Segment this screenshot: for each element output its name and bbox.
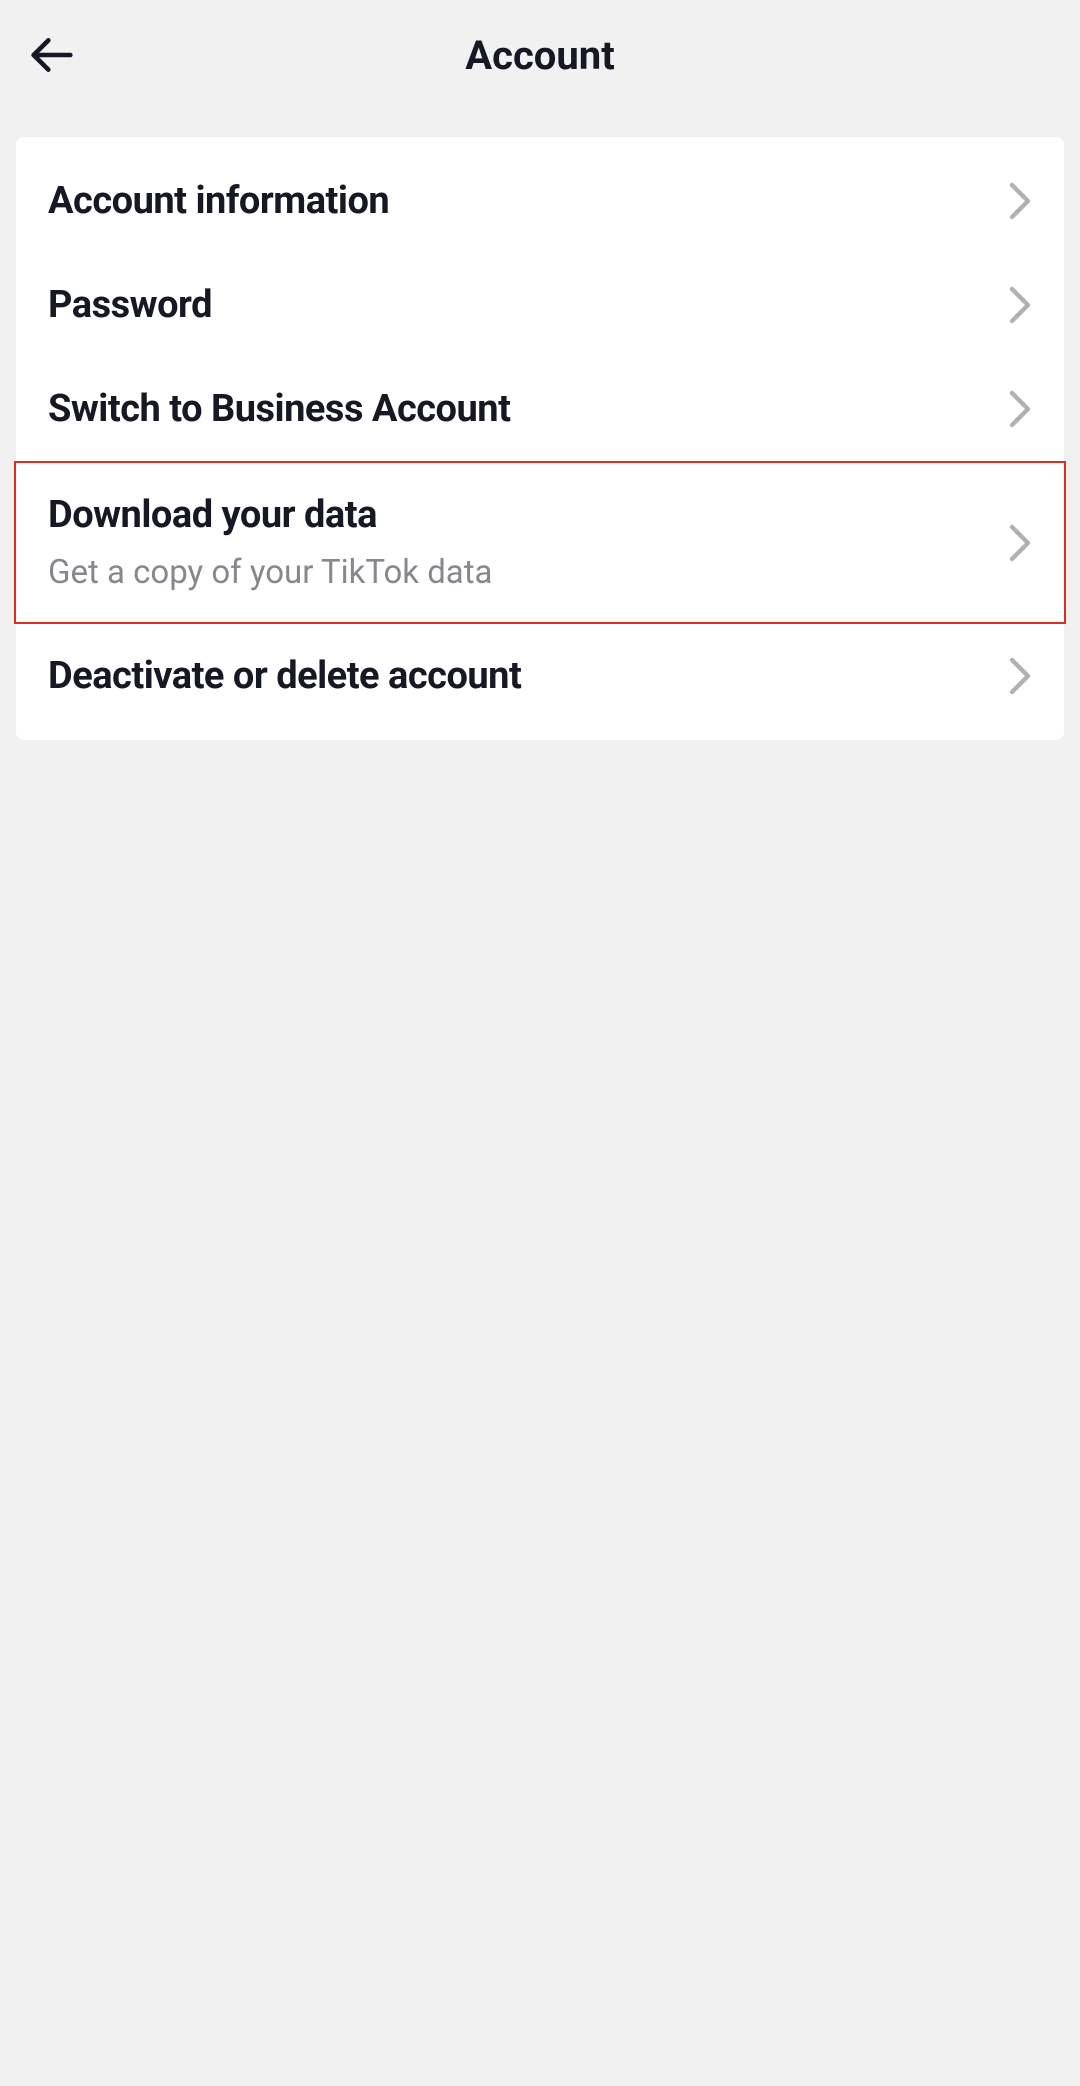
list-item-subtitle: Get a copy of your TikTok data <box>48 553 493 592</box>
list-item-switch-business[interactable]: Switch to Business Account <box>16 357 1064 461</box>
list-item-title: Switch to Business Account <box>48 387 510 431</box>
header: Account <box>0 0 1080 110</box>
list-item-title: Deactivate or delete account <box>48 654 521 698</box>
list-item-title: Password <box>48 283 212 327</box>
page-title: Account <box>30 32 1050 79</box>
list-item-content: Download your data Get a copy of your Ti… <box>48 493 493 592</box>
settings-card: Account information Password Switch to B… <box>16 137 1064 740</box>
list-item-account-information[interactable]: Account information <box>16 149 1064 253</box>
list-item-title: Account information <box>48 179 389 223</box>
list-item-deactivate-delete[interactable]: Deactivate or delete account <box>16 624 1064 728</box>
chevron-right-icon <box>1008 285 1032 325</box>
list-item-content: Switch to Business Account <box>48 387 510 431</box>
chevron-right-icon <box>1008 523 1032 563</box>
chevron-right-icon <box>1008 656 1032 696</box>
chevron-right-icon <box>1008 181 1032 221</box>
list-item-content: Deactivate or delete account <box>48 654 521 698</box>
list-item-download-data[interactable]: Download your data Get a copy of your Ti… <box>14 461 1066 624</box>
back-button[interactable] <box>30 33 74 77</box>
list-item-password[interactable]: Password <box>16 253 1064 357</box>
back-arrow-icon <box>30 33 74 77</box>
chevron-right-icon <box>1008 389 1032 429</box>
list-item-content: Password <box>48 283 212 327</box>
list-item-content: Account information <box>48 179 389 223</box>
list-item-title: Download your data <box>48 493 493 537</box>
